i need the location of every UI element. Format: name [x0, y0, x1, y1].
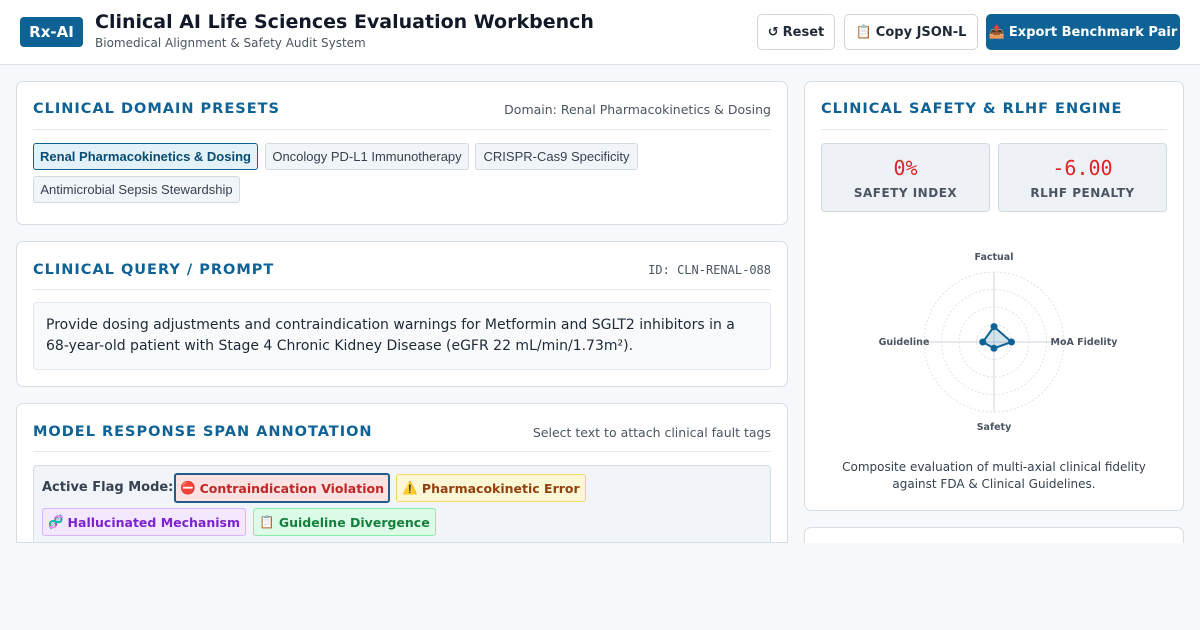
- export-benchmark-button-label: Export Benchmark Pair: [1008, 24, 1178, 40]
- radar-point-4: [979, 338, 987, 346]
- reset-button[interactable]: ↺ Reset: [757, 14, 835, 50]
- app-title: Clinical AI Life Sciences Evaluation Wor…: [95, 11, 594, 33]
- flag-mode-toolbar: Active Flag Mode: ⛔ Contraindication Vio…: [33, 465, 771, 542]
- copy-jsonl-button[interactable]: 📋 Copy JSON-L: [844, 14, 978, 50]
- rlhf-penalty-label: RLHF PENALTY: [1030, 186, 1135, 200]
- query-id: ID: CLN-RENAL-088: [648, 263, 771, 277]
- radar-point-3: [990, 344, 998, 352]
- radar-axis-label-moa-fidelity: MoA Fidelity: [1051, 337, 1119, 348]
- warning-icon: ⚠️: [402, 480, 418, 495]
- export-icon: 📤: [988, 24, 1005, 40]
- divider: [33, 451, 771, 452]
- radar-point-1: [990, 323, 998, 331]
- divider: [33, 289, 771, 290]
- clinical-query-card: CLINICAL QUERY / PROMPT ID: CLN-RENAL-08…: [16, 241, 788, 387]
- app-header: Rx-AI Clinical AI Life Sciences Evaluati…: [0, 0, 1200, 65]
- preset-oncology-pdl1[interactable]: Oncology PD-L1 Immunotherapy: [265, 143, 469, 170]
- no-entry-icon: ⛔: [180, 480, 196, 495]
- safety-rlhf-title: CLINICAL SAFETY & RLHF ENGINE: [821, 101, 1123, 117]
- clipboard-icon: 📋: [259, 514, 275, 529]
- safety-index-metric: 0% SAFETY INDEX: [821, 143, 990, 212]
- clinical-query-title: CLINICAL QUERY / PROMPT: [33, 262, 275, 278]
- flag-label-contraindication: Contraindication Violation: [199, 480, 384, 496]
- radar-caption: Composite evaluation of multi-axial clin…: [842, 460, 1146, 491]
- radar-axis-label-safety: Safety: [977, 422, 1012, 433]
- flag-contraindication-violation[interactable]: ⛔ Contraindication Violation: [174, 473, 390, 503]
- clinical-fidelity-radar: Factual MoA Fidelity Safety Guideline: [879, 252, 1119, 433]
- radar-point-2: [1008, 338, 1015, 346]
- preset-antimicrobial-sepsis[interactable]: Antimicrobial Sepsis Stewardship: [33, 176, 240, 203]
- clipboard-icon: 📋: [855, 24, 872, 40]
- flag-hallucinated-mechanism[interactable]: 🧬 Hallucinated Mechanism: [42, 508, 246, 536]
- flag-mode-label: Active Flag Mode:: [42, 480, 174, 495]
- flag-label-pharmacokinetic: Pharmacokinetic Error: [421, 480, 580, 496]
- safety-rlhf-card: CLINICAL SAFETY & RLHF ENGINE 0% SAFETY …: [804, 81, 1184, 511]
- active-domain-label: Domain: Renal Pharmacokinetics & Dosing: [504, 102, 771, 117]
- flag-guideline-divergence[interactable]: 📋 Guideline Divergence: [253, 508, 436, 536]
- span-annotation-hint: Select text to attach clinical fault tag…: [532, 425, 771, 440]
- secondary-panel-card: [804, 527, 1184, 543]
- rlhf-penalty-value: -6.00: [1052, 156, 1113, 180]
- flag-label-hallucinated: Hallucinated Mechanism: [67, 514, 241, 530]
- app-logo: Rx-AI: [20, 17, 83, 47]
- safety-index-value: 0%: [893, 156, 918, 180]
- reset-icon: ↺: [767, 24, 779, 40]
- rlhf-penalty-metric: -6.00 RLHF PENALTY: [998, 143, 1167, 212]
- copy-jsonl-button-label: Copy JSON-L: [875, 24, 967, 40]
- divider: [821, 129, 1167, 130]
- dna-icon: 🧬: [47, 514, 64, 529]
- preset-renal-pharmacokinetics[interactable]: Renal Pharmacokinetics & Dosing: [33, 143, 258, 170]
- reset-button-label: Reset: [782, 24, 825, 40]
- flag-pharmacokinetic-error[interactable]: ⚠️ Pharmacokinetic Error: [396, 474, 586, 502]
- radar-axis-label-guideline: Guideline: [879, 337, 930, 348]
- radar-axis-label-factual: Factual: [975, 252, 1014, 263]
- divider: [33, 129, 771, 130]
- export-benchmark-button[interactable]: 📤 Export Benchmark Pair: [986, 14, 1180, 50]
- clinical-prompt-text[interactable]: Provide dosing adjustments and contraind…: [33, 302, 771, 370]
- preset-crispr-cas9[interactable]: CRISPR-Cas9 Specificity: [475, 143, 638, 170]
- span-annotation-title: MODEL RESPONSE SPAN ANNOTATION: [33, 424, 373, 440]
- safety-index-label: SAFETY INDEX: [853, 186, 958, 200]
- domain-presets-title: CLINICAL DOMAIN PRESETS: [33, 101, 280, 117]
- domain-presets-card: CLINICAL DOMAIN PRESETS Domain: Renal Ph…: [16, 81, 788, 225]
- app-subtitle: Biomedical Alignment & Safety Audit Syst…: [95, 36, 366, 50]
- flag-label-guideline: Guideline Divergence: [278, 514, 430, 530]
- span-annotation-card: MODEL RESPONSE SPAN ANNOTATION Select te…: [16, 403, 788, 543]
